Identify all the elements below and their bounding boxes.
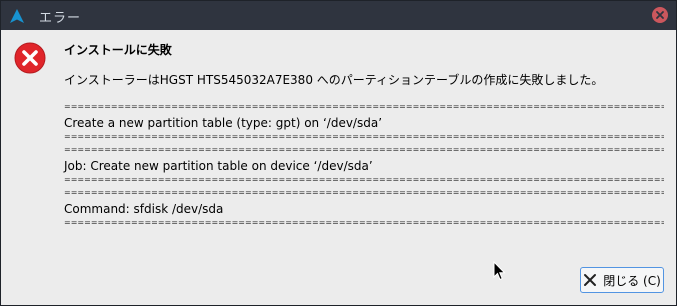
- separator-line: ========================================…: [64, 132, 664, 141]
- close-icon[interactable]: [652, 7, 668, 23]
- dialog-content: インストールに失敗 インストーラーはHGST HTS545032A7E380 へ…: [1, 30, 676, 305]
- titlebar[interactable]: エラー: [1, 1, 676, 30]
- detail-line: Create a new partition table (type: gpt)…: [64, 116, 383, 130]
- close-button[interactable]: 閉じる (C): [580, 267, 664, 293]
- detail-line: Command: sfdisk /dev/sda: [64, 202, 224, 216]
- separator-line: ========================================…: [64, 218, 664, 227]
- window-title: エラー: [39, 11, 82, 26]
- separator-line: ========================================…: [64, 102, 664, 111]
- dialog-heading: インストールに失敗: [64, 43, 172, 57]
- error-message: インストーラーはHGST HTS545032A7E380 へのパーティションテー…: [64, 73, 604, 87]
- mouse-cursor-icon: [493, 260, 506, 281]
- separator-line: ========================================…: [64, 145, 664, 154]
- separator-line: ========================================…: [64, 175, 664, 184]
- close-button-label: 閉じる (C): [603, 273, 661, 288]
- error-icon: [14, 42, 46, 74]
- arch-logo-icon: [10, 8, 24, 23]
- separator-line: ========================================…: [64, 188, 664, 197]
- error-details: ========================================…: [64, 102, 664, 231]
- detail-line: Job: Create new partition table on devic…: [64, 159, 373, 173]
- x-icon: [583, 273, 597, 287]
- error-dialog-window: エラー インストールに失敗 インストーラーはHGST HTS545032A7E3…: [0, 0, 677, 306]
